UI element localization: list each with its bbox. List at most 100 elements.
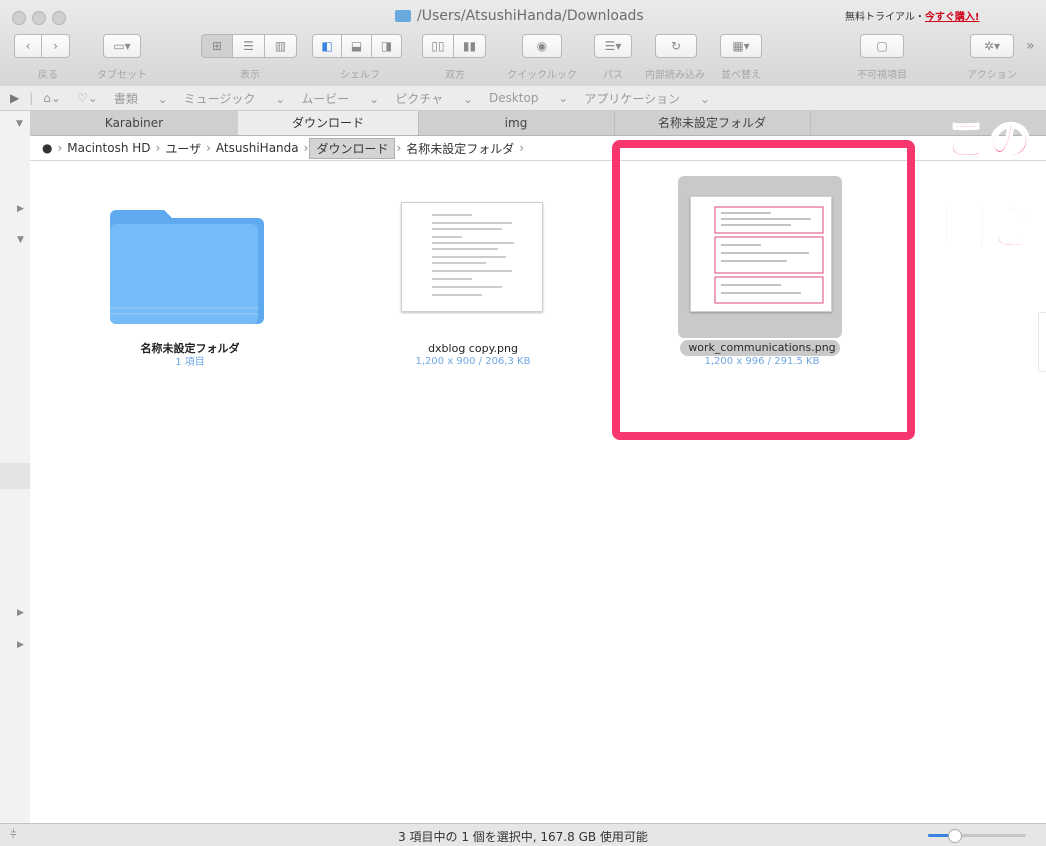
view-mode-group: ⊞ ☰ ▥	[201, 34, 297, 60]
tab-karabiner[interactable]: Karabiner	[30, 111, 239, 135]
tab-untitled-folder[interactable]: 名称未設定フォルダ	[614, 111, 811, 135]
disclosure-down-icon[interactable]: ▼	[17, 235, 24, 245]
tab-downloads[interactable]: ダウンロード	[238, 111, 419, 135]
shelf-right-button[interactable]: ◨	[372, 34, 402, 58]
zoom-window-button[interactable]	[52, 11, 66, 25]
image-thumbnail	[401, 202, 543, 312]
sidebar-toggle-icon[interactable]: ▶	[10, 91, 19, 105]
breadcrumb-untitled-folder[interactable]: 名称未設定フォルダ	[402, 140, 518, 157]
annotation-text-line1: この	[943, 114, 1033, 167]
icon-view-button[interactable]: ⊞	[201, 34, 233, 58]
gear-icon: ✲▾	[983, 39, 1001, 53]
favorite-pictures[interactable]: ピクチャ ⌄	[395, 90, 473, 107]
file-item-dxblog[interactable]: dxblog copy.png 1,200 x 900 / 206,3 KB	[373, 196, 573, 376]
path-icon: ☰▾	[604, 39, 622, 53]
toolbar-label-shelf: シェルフ	[340, 70, 380, 81]
slider-knob[interactable]	[948, 829, 962, 843]
file-name: dxblog copy.png	[428, 342, 518, 355]
toolbar-label-invisible: 不可視項目	[857, 70, 907, 81]
list-icon: ☰	[243, 39, 254, 53]
favorite-documents[interactable]: 書類 ⌄	[114, 90, 168, 107]
toolbar-label-back: 戻る	[38, 70, 58, 81]
toolbar-label-sort: 並べ替え	[721, 70, 761, 81]
file-info: 1,200 x 900 / 206,3 KB	[415, 356, 531, 367]
divider: |	[29, 91, 34, 105]
dual-pane-h-icon: ▯▯	[431, 39, 445, 53]
annotation-highlight-frame	[612, 140, 915, 440]
disclosure-right-icon[interactable]: ▶	[17, 640, 24, 650]
folder-icon	[395, 10, 411, 22]
dual-pane-group: ▯▯ ▮▮	[422, 34, 486, 60]
favorite-movies[interactable]: ムービー ⌄	[301, 90, 379, 107]
dual-pane-h-button[interactable]: ▯▯	[422, 34, 454, 58]
document-icon: ▢	[876, 39, 888, 53]
eye-icon: ◉	[536, 39, 548, 53]
toolbar-label-path: パス	[603, 70, 623, 81]
breadcrumb-downloads[interactable]: ダウンロード	[309, 137, 396, 159]
breadcrumb-macintosh-hd[interactable]: Macintosh HD	[63, 141, 154, 155]
list-view-button[interactable]: ☰	[233, 34, 265, 58]
shelf-bottom-button[interactable]: ⬓	[342, 34, 372, 58]
reload-button[interactable]: ↻	[655, 34, 697, 58]
favorite-desktop[interactable]: Desktop ⌄	[489, 91, 568, 105]
minimize-window-button[interactable]	[32, 11, 46, 25]
tab-bar: Karabiner ダウンロード img 名称未設定フォルダ	[0, 111, 1046, 136]
back-button[interactable]: ‹	[14, 34, 42, 58]
favorites-bar: ▶ | ⌂⌄ ♡⌄ 書類 ⌄ ミュージック ⌄ ムービー ⌄ ピクチャ ⌄ De…	[0, 86, 1046, 111]
toolbar-label-reload: 内部読み込み	[645, 70, 705, 81]
back-forward-group: ‹ ›	[14, 34, 70, 60]
sidebar-selected-row[interactable]	[0, 463, 30, 489]
columns-icon: ▥	[274, 39, 287, 53]
disclosure-down-icon[interactable]: ▼	[16, 119, 23, 129]
shelf-group: ◧ ⬓ ◨	[312, 34, 402, 60]
forward-button[interactable]: ›	[42, 34, 70, 58]
buy-now-link[interactable]: 今すぐ購入!	[925, 12, 980, 23]
toolbar-label-action: アクション	[967, 70, 1017, 81]
icon-size-slider[interactable]	[928, 829, 1026, 843]
shelf-left-button[interactable]: ◧	[312, 34, 342, 58]
toolbar-label-dual: 双方	[445, 70, 465, 81]
title-bar: /Users/AtsushiHanda/Downloads 無料トライアル・今す…	[0, 0, 1046, 87]
home-icon[interactable]: ⌂⌄	[43, 91, 61, 105]
disclosure-right-icon[interactable]: ▶	[17, 204, 24, 214]
tabset-button[interactable]: ▭▾	[103, 34, 141, 58]
file-info: 1 項目	[175, 357, 205, 368]
tab-img[interactable]: img	[418, 111, 615, 135]
dual-pane-v-icon: ▮▮	[462, 39, 477, 53]
finder-window: /Users/AtsushiHanda/Downloads 無料トライアル・今す…	[0, 0, 1046, 846]
window-path-title: /Users/AtsushiHanda/Downloads	[417, 8, 644, 24]
sidebar: ▼ ▶ ▼ ▶ ▶	[0, 111, 31, 823]
document-preview-icon	[432, 214, 514, 296]
annotation-text-line2: 開き	[939, 199, 1037, 257]
favorite-music[interactable]: ミュージック ⌄	[184, 90, 286, 107]
folder-icon	[110, 210, 264, 324]
path-button[interactable]: ☰▾	[594, 34, 632, 58]
reload-icon: ↻	[670, 39, 682, 53]
disclosure-right-icon[interactable]: ▶	[17, 608, 24, 618]
dual-pane-v-button[interactable]: ▮▮	[454, 34, 486, 58]
toolbar-overflow-button[interactable]: »	[1026, 38, 1035, 64]
shelf-bottom-icon: ⬓	[350, 39, 363, 53]
quicklook-button[interactable]: ◉	[522, 34, 562, 58]
close-window-button[interactable]	[12, 11, 26, 25]
grid-icon: ⊞	[211, 39, 223, 53]
favorite-applications[interactable]: アプリケーション ⌄	[584, 90, 710, 107]
invisible-items-button[interactable]: ▢	[860, 34, 904, 58]
heart-icon[interactable]: ♡⌄	[77, 91, 98, 105]
column-view-button[interactable]: ▥	[265, 34, 297, 58]
shelf-right-icon: ◨	[380, 39, 393, 53]
chevron-left-icon: ‹	[25, 39, 31, 53]
chevron-right-icon: ›	[53, 39, 58, 53]
apple-icon[interactable]: ●	[38, 141, 56, 155]
status-bar: ⫩ 3 項目中の 1 個を選択中, 167.8 GB 使用可能	[0, 823, 1046, 846]
breadcrumb-users[interactable]: ユーザ	[161, 140, 205, 157]
action-button[interactable]: ✲▾	[970, 34, 1014, 58]
window-title: /Users/AtsushiHanda/Downloads	[395, 8, 644, 24]
shelf-left-icon: ◧	[321, 39, 333, 53]
file-item-folder[interactable]: 名称未設定フォルダ 1 項目	[90, 196, 290, 376]
sort-button[interactable]: ▦▾	[720, 34, 762, 58]
toolbar-label-view: 表示	[240, 70, 260, 81]
sort-icon: ▦▾	[732, 39, 750, 53]
toolbar-label-quicklook: クイックルック	[507, 70, 577, 81]
breadcrumb-atsushihanda[interactable]: AtsushiHanda	[212, 141, 303, 155]
